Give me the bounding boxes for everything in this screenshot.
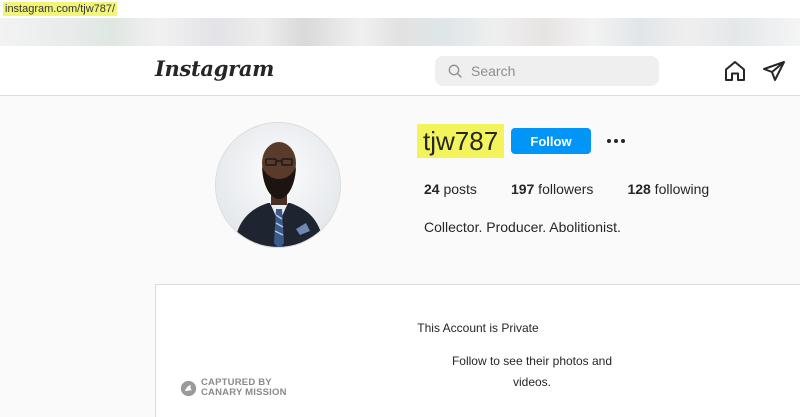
search-icon: [448, 64, 462, 78]
search-input[interactable]: [471, 56, 651, 86]
more-options-icon[interactable]: [602, 128, 630, 154]
avatar-photo: [216, 123, 340, 247]
private-title: This Account is Private: [417, 321, 539, 335]
private-subtitle: Follow to see their photos and videos.: [451, 354, 613, 389]
following-stat[interactable]: 128 following: [627, 181, 709, 197]
watermark-line2: CANARY MISSION: [201, 387, 287, 398]
browser-url-bar[interactable]: instagram.com/tjw787/: [0, 0, 800, 18]
following-label: following: [650, 181, 710, 197]
followers-label: followers: [534, 181, 594, 197]
profile-avatar[interactable]: [215, 122, 341, 248]
posts-label: posts: [439, 181, 477, 197]
dot: [607, 139, 611, 143]
canary-mission-watermark: CAPTURED BY CANARY MISSION: [180, 378, 287, 398]
url-text[interactable]: instagram.com/tjw787/: [3, 2, 118, 16]
watermark-text: CAPTURED BY CANARY MISSION: [201, 378, 287, 398]
posts-count: 24: [424, 181, 440, 197]
instagram-logo[interactable]: Instagram: [155, 56, 274, 81]
username-highlight: tjw787: [417, 124, 505, 158]
dot: [621, 139, 625, 143]
direct-message-icon[interactable]: [762, 59, 786, 83]
home-icon[interactable]: [723, 59, 747, 83]
profile-username: tjw787: [423, 126, 499, 156]
blurred-bookmarks-bar: [0, 18, 800, 46]
profile-bio: Collector. Producer. Abolitionist.: [424, 219, 621, 235]
search-box[interactable]: [435, 56, 659, 86]
canary-logo-icon: [180, 380, 197, 396]
dot: [614, 139, 618, 143]
followers-count: 197: [510, 181, 535, 197]
following-count: 128: [627, 181, 651, 197]
posts-stat[interactable]: 24 posts: [424, 181, 477, 197]
followers-stat[interactable]: 197 followers: [511, 181, 594, 197]
profile-stats: 24 posts 197 followers 128 following: [424, 181, 743, 197]
instagram-header: Instagram: [0, 46, 800, 96]
follow-button[interactable]: Follow: [511, 128, 591, 154]
